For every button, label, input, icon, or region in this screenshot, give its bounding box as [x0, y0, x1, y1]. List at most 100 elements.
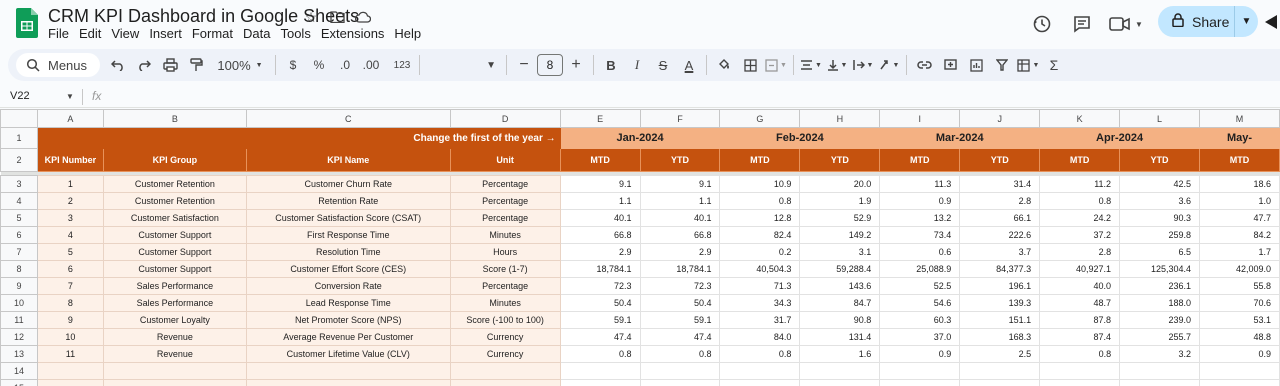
mtd-value-cell[interactable]: 84.2 [1199, 226, 1280, 244]
ytd-value-cell[interactable]: 42.5 [1119, 175, 1200, 193]
move-folder-icon[interactable] [328, 8, 346, 26]
ytd-value-cell[interactable]: 40.1 [639, 209, 721, 227]
gemini-icon[interactable] [1262, 6, 1280, 37]
mtd-value-cell[interactable]: 47.7 [1199, 209, 1280, 227]
increase-font-size-button[interactable]: + [564, 53, 588, 77]
column-header-m[interactable]: M [1199, 109, 1280, 128]
zoom-select[interactable]: 100% ▼ [210, 53, 270, 77]
currency-format-button[interactable]: $ [281, 53, 305, 77]
increase-decimal-button[interactable]: .00 [359, 53, 383, 77]
menu-insert[interactable]: Insert [144, 26, 187, 41]
mtd-value-cell[interactable]: 11.3 [879, 175, 961, 193]
ytd-value-cell[interactable]: 131.4 [799, 328, 881, 346]
empty-cell[interactable] [1119, 379, 1200, 386]
undo-icon[interactable] [106, 53, 130, 77]
empty-cell[interactable] [799, 379, 881, 386]
year-change-banner[interactable]: Change the first of the year → [36, 127, 561, 149]
unit-cell[interactable]: Percentage [449, 192, 561, 210]
empty-cell[interactable] [879, 379, 961, 386]
kpi-number-cell[interactable]: 10 [36, 328, 104, 346]
filter-icon[interactable] [990, 53, 1014, 77]
empty-cell[interactable] [559, 379, 641, 386]
kpi-name-cell[interactable]: First Response Time [245, 226, 451, 244]
unit-cell[interactable]: Currency [449, 345, 561, 363]
empty-cell[interactable] [245, 379, 451, 386]
empty-cell[interactable] [959, 379, 1041, 386]
empty-cell[interactable] [559, 362, 641, 380]
ytd-value-cell[interactable]: 2.8 [959, 192, 1041, 210]
kpi-group-cell[interactable]: Revenue [102, 328, 247, 346]
unit-cell[interactable]: Score (-100 to 100) [449, 311, 561, 329]
mtd-value-cell[interactable]: 1.7 [1199, 243, 1280, 261]
kpi-group-cell[interactable]: Customer Support [102, 243, 247, 261]
kpi-name-cell[interactable]: Customer Satisfaction Score (CSAT) [245, 209, 451, 227]
ytd-value-cell[interactable]: 1.9 [799, 192, 881, 210]
ytd-value-cell[interactable]: 236.1 [1119, 277, 1200, 295]
empty-cell[interactable] [449, 362, 561, 380]
column-title-cell[interactable]: KPI Group [102, 148, 247, 172]
unit-cell[interactable]: Minutes [449, 294, 561, 312]
kpi-group-cell[interactable]: Customer Support [102, 226, 247, 244]
row-header[interactable]: 13 [0, 345, 38, 363]
comments-icon[interactable] [1064, 6, 1100, 42]
column-header-c[interactable]: C [245, 109, 451, 128]
mtd-value-cell[interactable]: 0.8 [719, 345, 801, 363]
kpi-number-cell[interactable]: 7 [36, 277, 104, 295]
row-header[interactable]: 9 [0, 277, 38, 295]
mtd-value-cell[interactable]: 87.4 [1039, 328, 1121, 346]
mtd-value-cell[interactable]: 2.8 [1039, 243, 1121, 261]
ytd-value-cell[interactable]: 3.7 [959, 243, 1041, 261]
row-header[interactable]: 1 [0, 127, 38, 149]
italic-icon[interactable]: I [625, 53, 649, 77]
menu-help[interactable]: Help [389, 26, 426, 41]
print-icon[interactable] [158, 53, 182, 77]
text-color-icon[interactable]: A [677, 53, 701, 77]
kpi-number-cell[interactable]: 6 [36, 260, 104, 278]
mtd-value-cell[interactable]: 73.4 [879, 226, 961, 244]
mtd-value-cell[interactable]: 0.8 [1039, 345, 1121, 363]
kpi-group-cell[interactable]: Customer Retention [102, 192, 247, 210]
unit-cell[interactable]: Currency [449, 328, 561, 346]
redo-icon[interactable] [132, 53, 156, 77]
unit-cell[interactable]: Minutes [449, 226, 561, 244]
mtd-value-cell[interactable]: 10.9 [719, 175, 801, 193]
kpi-group-cell[interactable]: Revenue [102, 345, 247, 363]
column-title-cell[interactable]: KPI Name [245, 148, 451, 172]
ytd-value-cell[interactable]: 143.6 [799, 277, 881, 295]
mtd-value-cell[interactable]: 0.8 [1039, 192, 1121, 210]
kpi-name-cell[interactable]: Net Promoter Score (NPS) [245, 311, 451, 329]
chevron-down-icon[interactable]: ▼ [66, 92, 74, 101]
decrease-decimal-button[interactable]: .0 [333, 53, 357, 77]
row-header[interactable]: 7 [0, 243, 38, 261]
empty-cell[interactable] [719, 362, 801, 380]
mtd-value-cell[interactable]: 13.2 [879, 209, 961, 227]
kpi-name-cell[interactable]: Resolution Time [245, 243, 451, 261]
column-header-l[interactable]: L [1119, 109, 1200, 128]
ytd-value-cell[interactable]: 149.2 [799, 226, 881, 244]
row-header[interactable]: 10 [0, 294, 38, 312]
horizontal-align-icon[interactable]: ▼ [799, 53, 823, 77]
column-header-i[interactable]: I [879, 109, 961, 128]
empty-cell[interactable] [719, 379, 801, 386]
mtd-value-cell[interactable]: 0.2 [719, 243, 801, 261]
cloud-status-icon[interactable] [354, 8, 372, 26]
ytd-value-cell[interactable]: 66.1 [959, 209, 1041, 227]
empty-cell[interactable] [1199, 362, 1280, 380]
mtd-value-cell[interactable]: 42,009.0 [1199, 260, 1280, 278]
mtd-value-cell[interactable]: 71.3 [719, 277, 801, 295]
menu-file[interactable]: File [48, 26, 74, 41]
mtd-value-cell[interactable]: 1.1 [559, 192, 641, 210]
menu-format[interactable]: Format [187, 26, 238, 41]
ytd-value-cell[interactable]: 50.4 [639, 294, 721, 312]
column-title-cell[interactable]: MTD [1039, 148, 1121, 172]
ytd-value-cell[interactable]: 47.4 [639, 328, 721, 346]
empty-cell[interactable] [639, 379, 721, 386]
mtd-value-cell[interactable]: 50.4 [559, 294, 641, 312]
mtd-value-cell[interactable]: 34.3 [719, 294, 801, 312]
font-size-input[interactable]: 8 [537, 54, 563, 76]
mtd-value-cell[interactable]: 47.4 [559, 328, 641, 346]
text-rotation-icon[interactable]: ▼ [877, 53, 901, 77]
search-menus-button[interactable]: Menus [16, 53, 100, 77]
kpi-number-cell[interactable]: 1 [36, 175, 104, 193]
mtd-value-cell[interactable]: 70.6 [1199, 294, 1280, 312]
